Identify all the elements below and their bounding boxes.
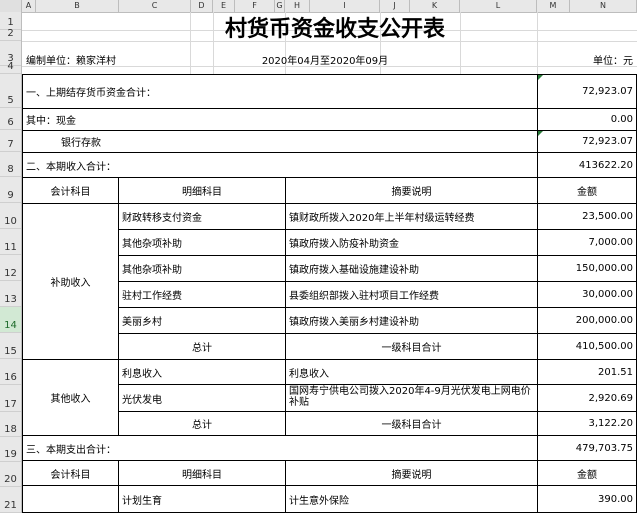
row-header[interactable]: 7 [0,130,21,152]
amount-cell[interactable]: 390.00 [537,485,637,513]
column-header-l[interactable]: L [460,0,537,12]
row-header[interactable]: 17 [0,385,21,412]
header-description: 摘要说明 [285,177,538,204]
cash-amount[interactable]: 0.00 [537,108,637,131]
comment-indicator [538,75,543,80]
amount-cell[interactable]: 23,500.00 [537,203,637,230]
detail-cell[interactable]: 驻村工作经费 [118,281,286,308]
row-header[interactable]: 8 [0,152,21,177]
currency-unit-label: 单位：元 [593,55,633,67]
section-expense-amount[interactable]: 479,703.75 [537,435,637,461]
detail-cell[interactable]: 财政转移支付资金 [118,203,286,230]
section-opening-amount[interactable]: 72,923.07 [537,74,637,109]
subsidy-level-label: 一级科目合计 [285,333,538,360]
header-amount: 金额 [537,460,637,486]
comment-indicator [538,131,543,136]
row-header[interactable]: 12 [0,255,21,281]
subsidy-total-label: 总计 [118,333,286,360]
row-header[interactable]: 6 [0,108,21,130]
column-header-c[interactable]: C [119,0,191,12]
amount-cell[interactable]: 2,920.69 [537,384,637,412]
description-cell[interactable]: 计生意外保险 [285,485,538,513]
detail-cell[interactable]: 美丽乡村 [118,307,286,334]
row-header[interactable]: 21 [0,487,21,513]
description-cell[interactable]: 县委组织部拨入驻村项目工作经费 [285,281,538,308]
header-detail: 明细科目 [118,460,286,486]
unit-label: 编制单位：赖家洋村 [26,55,116,67]
period-label: 2020年04月至2020年09月 [261,55,389,67]
subsidy-total-amount[interactable]: 410,500.00 [537,333,637,360]
row-header[interactable]: 13 [0,281,21,307]
amount-cell[interactable]: 30,000.00 [537,281,637,308]
section-expense-label: 三、本期支出合计： [22,435,538,461]
other-total-amount[interactable]: 3,122.20 [537,411,637,436]
detail-cell[interactable]: 计划生育 [118,485,286,513]
row-header[interactable]: 20 [0,462,21,487]
other-level-label: 一级科目合计 [285,411,538,436]
amount-cell[interactable]: 150,000.00 [537,255,637,282]
row-header[interactable]: 11 [0,229,21,255]
page-title: 村货币资金收支公开表 [224,16,445,42]
detail-cell[interactable]: 光伏发电 [118,384,286,412]
detail-cell[interactable]: 其他杂项补助 [118,255,286,282]
row-header[interactable]: 2 [0,28,21,41]
row-header[interactable]: 4 [0,61,21,74]
spreadsheet: A B C D E F G H I J K L M N 1 2 3 4 5 6 … [0,0,637,513]
detail-cell[interactable]: 其他杂项补助 [118,229,286,256]
description-cell[interactable]: 利息收入 [285,359,538,385]
description-cell[interactable]: 镇财政所拨入2020年上半年村级运转经费 [285,203,538,230]
account-subsidy-income[interactable]: 补助收入 [22,203,119,360]
row-header[interactable]: 18 [0,412,21,437]
column-header-b[interactable]: B [36,0,119,12]
select-all-corner[interactable] [0,0,22,12]
section-income-label: 二、本期收入合计： [22,152,538,178]
row-header[interactable]: 19 [0,437,21,462]
row-header[interactable]: 10 [0,203,21,229]
header-amount: 金额 [537,177,637,204]
column-header-a[interactable]: A [22,0,36,12]
row-header[interactable]: 9 [0,177,21,203]
column-header-m[interactable]: M [537,0,570,12]
cash-label: 其中：现金 [22,108,538,131]
header-account: 会计科目 [22,177,119,204]
row-header-selected[interactable]: 14 [0,307,21,333]
section-income-amount[interactable]: 413622.20 [537,152,637,178]
header-account: 会计科目 [22,460,119,486]
column-header-n[interactable]: N [570,0,637,12]
row-header[interactable]: 5 [0,74,21,108]
detail-cell[interactable]: 利息收入 [118,359,286,385]
description-cell[interactable]: 国网寿宁供电公司拨入2020年4-9月光伏发电上网电价补贴 [285,384,538,412]
header-detail: 明细科目 [118,177,286,204]
bank-label: 银行存款 [22,130,538,153]
row-header[interactable]: 16 [0,359,21,385]
amount-cell[interactable]: 201.51 [537,359,637,385]
section-opening-label: 一、上期结存货币资金合计： [22,74,538,109]
bank-amount[interactable]: 72,923.07 [537,130,637,153]
row-header[interactable]: 15 [0,333,21,359]
header-description: 摘要说明 [285,460,538,486]
amount-cell[interactable]: 7,000.00 [537,229,637,256]
row-header-bar: 1 2 3 4 5 6 7 8 9 10 11 12 13 14 15 16 1… [0,12,22,513]
description-cell[interactable]: 镇政府拨入防疫补助资金 [285,229,538,256]
account-cell[interactable] [22,485,119,513]
amount-cell[interactable]: 200,000.00 [537,307,637,334]
description-cell[interactable]: 镇政府拨入基础设施建设补助 [285,255,538,282]
description-cell[interactable]: 镇政府拨入美丽乡村建设补助 [285,307,538,334]
account-other-income[interactable]: 其他收入 [22,359,119,436]
other-total-label: 总计 [118,411,286,436]
column-header-d[interactable]: D [191,0,213,12]
